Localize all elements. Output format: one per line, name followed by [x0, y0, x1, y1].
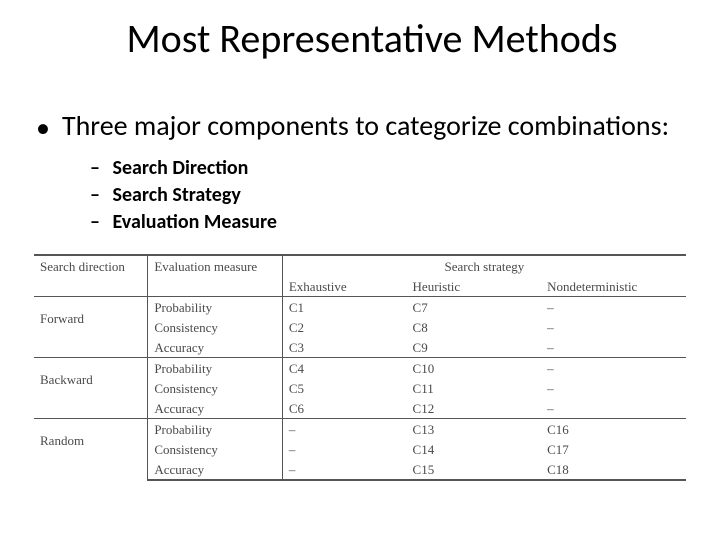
sub-bullet-label: Search Direction: [113, 156, 249, 180]
cell-measure: Probability: [148, 358, 283, 379]
sub-bullet-item: – Evaluation Measure: [90, 209, 690, 236]
cell-value: C16: [541, 419, 686, 440]
cell-measure: Probability: [148, 297, 283, 318]
sub-bullet-label: Evaluation Measure: [113, 210, 277, 234]
cell-value: –: [541, 337, 686, 358]
cell-value: C3: [282, 337, 406, 358]
methods-table: Search direction Evaluation measure Sear…: [34, 254, 686, 481]
bullet-dot-icon: •: [36, 111, 50, 145]
cell-measure: Consistency: [148, 378, 283, 398]
cell-direction: Forward: [34, 297, 148, 358]
cell-value: –: [541, 378, 686, 398]
sub-bullet-item: – Search Strategy: [90, 182, 690, 209]
cell-measure: Consistency: [148, 439, 283, 459]
cell-value: –: [282, 459, 406, 480]
cell-measure: Consistency: [148, 317, 283, 337]
cell-value: –: [541, 317, 686, 337]
sub-bullet-label: Search Strategy: [113, 183, 241, 207]
cell-value: –: [541, 358, 686, 379]
dash-icon: –: [90, 182, 108, 209]
cell-value: C2: [282, 317, 406, 337]
table-header-nondeterministic: Nondeterministic: [541, 276, 686, 297]
cell-measure: Accuracy: [148, 337, 283, 358]
cell-value: C6: [282, 398, 406, 419]
cell-value: –: [541, 398, 686, 419]
cell-value: C18: [541, 459, 686, 480]
table-header-heuristic: Heuristic: [407, 276, 542, 297]
cell-value: C8: [407, 317, 542, 337]
slide: Most Representative Methods • Three majo…: [0, 0, 720, 540]
cell-value: C14: [407, 439, 542, 459]
cell-value: C9: [407, 337, 542, 358]
cell-measure: Probability: [148, 419, 283, 440]
cell-direction: Backward: [34, 358, 148, 419]
cell-value: C1: [282, 297, 406, 318]
cell-value: –: [282, 419, 406, 440]
cell-value: C11: [407, 378, 542, 398]
table-row: Random Probability – C13 C16: [34, 419, 686, 440]
dash-icon: –: [90, 209, 108, 236]
cell-measure: Accuracy: [148, 398, 283, 419]
table-header-row: Search direction Evaluation measure Sear…: [34, 255, 686, 276]
dash-icon: –: [90, 155, 108, 182]
cell-value: –: [541, 297, 686, 318]
cell-value: C13: [407, 419, 542, 440]
bullet-level1: • Three major components to categorize c…: [36, 109, 690, 145]
cell-value: C17: [541, 439, 686, 459]
table-header-exhaustive: Exhaustive: [282, 276, 406, 297]
sub-bullet-list: – Search Direction – Search Strategy – E…: [90, 155, 690, 236]
sub-bullet-item: – Search Direction: [90, 155, 690, 182]
table-header-strategy: Search strategy: [282, 255, 686, 276]
bullet-text: Three major components to categorize com…: [62, 109, 690, 143]
cell-value: C10: [407, 358, 542, 379]
table-header-direction: Search direction: [34, 255, 148, 276]
cell-value: C15: [407, 459, 542, 480]
table-row: Backward Probability C4 C10 –: [34, 358, 686, 379]
cell-direction: Random: [34, 419, 148, 481]
page-title: Most Representative Methods: [30, 14, 690, 63]
cell-value: –: [282, 439, 406, 459]
table-row: Forward Probability C1 C7 –: [34, 297, 686, 318]
cell-value: C7: [407, 297, 542, 318]
cell-value: C4: [282, 358, 406, 379]
cell-value: C5: [282, 378, 406, 398]
cell-value: C12: [407, 398, 542, 419]
table-subheader-row: Exhaustive Heuristic Nondeterministic: [34, 276, 686, 297]
cell-measure: Accuracy: [148, 459, 283, 480]
table-header-measure: Evaluation measure: [148, 255, 283, 276]
